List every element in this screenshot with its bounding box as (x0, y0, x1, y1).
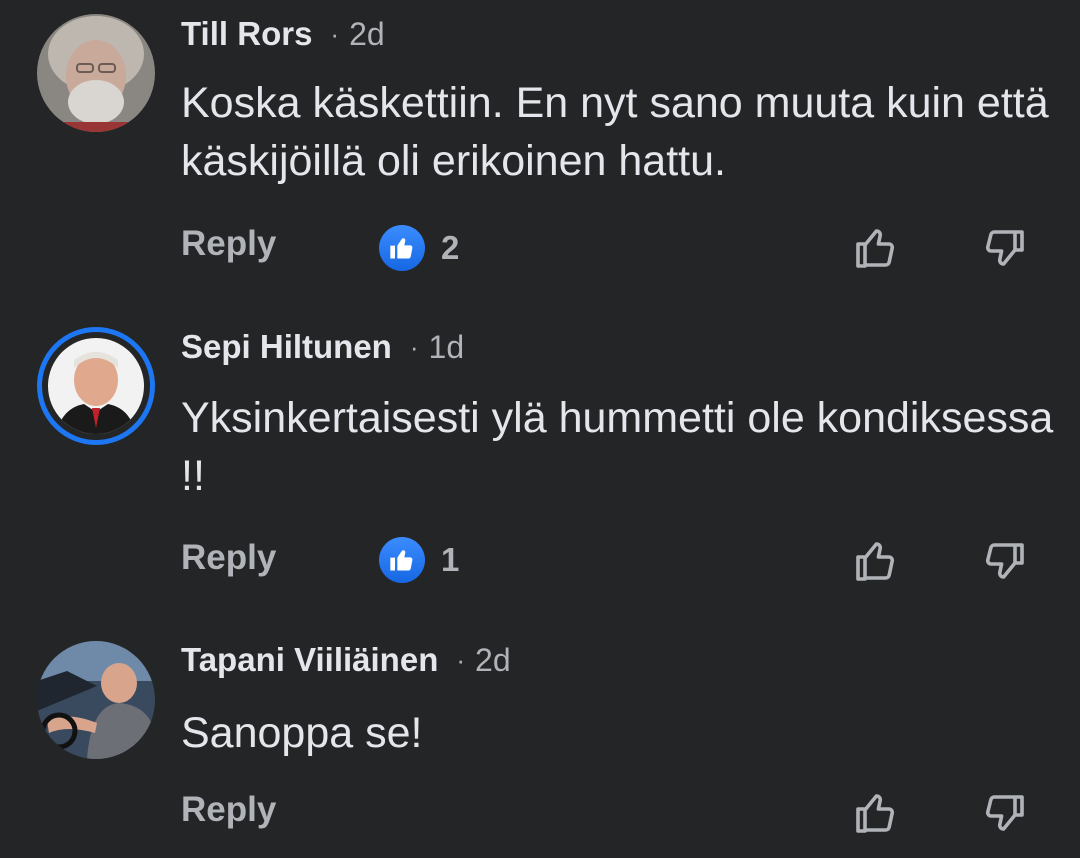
reaction-count: 2 (441, 229, 460, 266)
reaction-summary[interactable]: 2 (379, 225, 459, 271)
comment-text: Koska käskettiin. En nyt sano muuta kuin… (181, 79, 1049, 185)
reply-button[interactable]: Reply (181, 224, 276, 264)
reply-button[interactable]: Reply (181, 790, 276, 830)
reaction-summary[interactable]: 1 (379, 537, 459, 583)
avatar[interactable] (37, 641, 155, 759)
separator-dot: · (409, 331, 419, 362)
timestamp[interactable]: 2d (475, 642, 511, 679)
timestamp[interactable]: 1d (429, 329, 465, 366)
thumbs-up-icon[interactable] (850, 222, 902, 274)
avatar[interactable] (37, 14, 155, 132)
author-name[interactable]: Sepi Hiltunen (181, 328, 392, 366)
comment-text: Sanoppa se! (181, 709, 423, 757)
comment-header: Tapani Viiliäinen · 2d (181, 640, 511, 680)
reaction-count: 1 (441, 541, 460, 578)
thumbs-down-icon[interactable] (978, 787, 1030, 839)
like-reaction-icon (379, 537, 425, 583)
timestamp[interactable]: 2d (349, 16, 385, 53)
reply-button[interactable]: Reply (181, 538, 276, 578)
author-name[interactable]: Tapani Viiliäinen (181, 641, 438, 679)
comment-header: Sepi Hiltunen · 1d (181, 327, 464, 367)
comment-header: Till Rors · 2d (181, 14, 385, 54)
author-name[interactable]: Till Rors (181, 15, 312, 53)
avatar[interactable] (37, 327, 155, 445)
separator-dot: · (456, 644, 466, 675)
thumbs-up-icon[interactable] (850, 787, 902, 839)
thumbs-down-icon[interactable] (978, 535, 1030, 587)
thumbs-up-icon[interactable] (850, 535, 902, 587)
comment-text: Yksinkertaisesti ylä hummetti ole kondik… (181, 394, 1054, 500)
separator-dot: · (330, 18, 340, 49)
like-reaction-icon (379, 225, 425, 271)
thumbs-down-icon[interactable] (978, 222, 1030, 274)
